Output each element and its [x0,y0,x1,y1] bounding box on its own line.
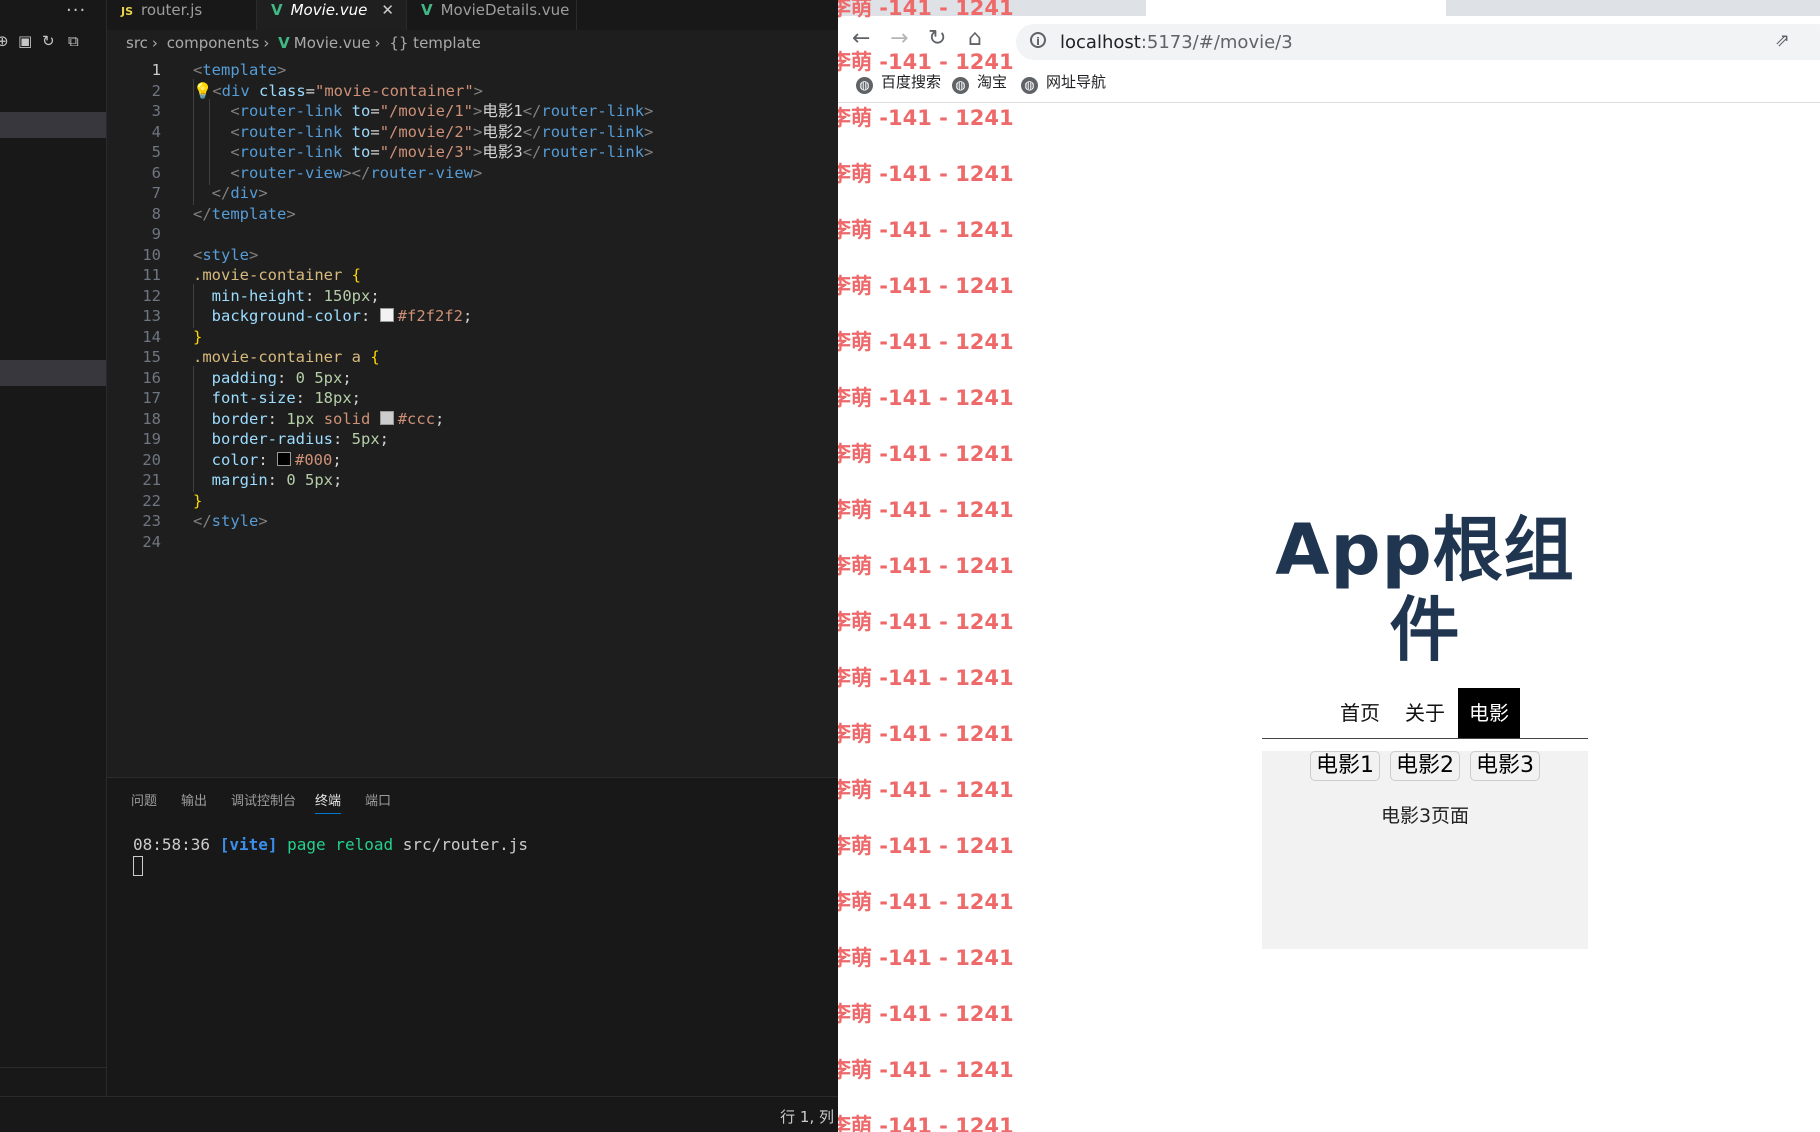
breadcrumb-item[interactable]: components [167,34,260,52]
page-title: App根组件 [1275,509,1575,671]
bottom-panel: 问题 输出 调试控制台 终端 端口 08:58:36 [vite] page r… [107,777,838,1097]
chevron-right-icon: › [151,34,158,52]
watermark-text: 李萌 -141 - 1241 [838,722,1014,746]
movie-links: 电影1 电影2 电影3 [1262,751,1588,781]
panel-tab-ports[interactable]: 端口 [365,790,391,809]
url-text[interactable]: localhost:5173/#/movie/3 [1060,32,1293,53]
watermark-text: 李萌 -141 - 1241 [838,834,1014,858]
watermark-text: 李萌 -141 - 1241 [838,778,1014,802]
movie-link-3[interactable]: 电影3 [1470,751,1540,781]
tab-label: MovieDetails.vue [440,1,570,19]
tab-label: Movie.vue [290,1,368,19]
terminal-output[interactable]: 08:58:36 [vite] page reload src/router.j… [133,834,528,879]
watermark-text: 李萌 -141 - 1241 [838,0,1014,20]
close-tab-icon[interactable]: ✕ [381,0,394,20]
breadcrumb-item[interactable]: Movie.vue [294,34,371,52]
terminal-cursor [133,856,143,876]
watermark-text: 李萌 -141 - 1241 [838,1058,1014,1082]
color-swatch[interactable] [379,308,394,322]
watermark-text: 李萌 -141 - 1241 [838,162,1014,186]
app-nav: 首页 关于 电影 [1262,688,1588,739]
panel-tab-output[interactable]: 输出 [181,790,207,809]
watermark-text: 李萌 -141 - 1241 [838,890,1014,914]
movie-page-text: 电影3页面 [1380,805,1470,827]
watermark-text: 李萌 -141 - 1241 [838,442,1014,466]
vue-file-icon: V [271,1,283,19]
vue-file-icon: V [421,1,433,19]
cursor-position[interactable]: 行 1, 列 [780,1106,834,1127]
movie-container: 电影1 电影2 电影3 电影3页面 [1262,751,1588,949]
watermark-text: 李萌 -141 - 1241 [838,946,1014,970]
new-file-icon[interactable]: ⊕ [0,32,9,50]
panel-tab-terminal[interactable]: 终端 [315,790,342,814]
explorer-active-item[interactable] [0,360,106,386]
terminal-tool: [vite] [219,835,278,854]
share-icon[interactable]: ⇗ [1775,30,1790,51]
explorer-actions: ⊕ ▣ ↻ ⧉ [0,32,106,54]
vue-file-icon: V [278,34,290,52]
explorer-selected-item[interactable] [0,112,106,138]
app-root: App根组件 首页 关于 电影 电影1 电影2 电影3 电影3页面 [1262,510,1588,949]
watermark-text: 李萌 -141 - 1241 [838,498,1014,522]
watermark-text: 李萌 -141 - 1241 [838,666,1014,690]
color-swatch[interactable] [277,451,292,466]
browser-tab[interactable] [1146,0,1446,16]
watermark-text: 李萌 -141 - 1241 [838,274,1014,298]
explorer-sidebar: ··· ⊕ ▣ ↻ ⧉ [0,0,107,1096]
watermark-text: 李萌 -141 - 1241 [838,106,1014,130]
terminal-time: 08:58:36 [133,835,211,854]
watermark-text: 李萌 -141 - 1241 [838,554,1014,578]
chevron-right-icon: › [263,34,270,52]
new-folder-icon[interactable]: ▣ [18,32,32,50]
editor-tab-bar: JS router.js V Movie.vue ✕ V MovieDetails.v… [107,0,838,30]
watermark-text: 李萌 -141 - 1241 [838,330,1014,354]
url-path: :5173/#/movie/3 [1140,32,1293,53]
watermark-text: 李萌 -141 - 1241 [838,386,1014,410]
color-swatch[interactable] [379,410,394,425]
breadcrumb-item[interactable]: {} template [389,34,481,52]
lightbulb-icon[interactable]: 💡 [193,82,212,100]
code-line: 24 [142,532,161,551]
code-editor[interactable]: 1 <template> 2 💡<div class="movie-containe… [107,58,838,768]
status-bar: 行 1, 列 [0,1096,838,1132]
terminal-file: src/router.js [402,835,528,854]
panel-tab-problems[interactable]: 问题 [131,790,157,809]
collapse-all-icon[interactable]: ⧉ [68,32,79,50]
nav-link-about[interactable]: 关于 [1405,688,1445,738]
watermark-column: 李萌 -141 - 1241 李萌 -141 - 1241 李萌 -141 - … [838,0,1038,1132]
terminal-message: page reload [287,835,394,854]
breadcrumb: src › components › V Movie.vue › {} template [126,34,485,56]
chevron-right-icon: › [374,34,381,52]
refresh-icon[interactable]: ↻ [42,32,55,50]
tab-movie-vue[interactable]: V Movie.vue ✕ [257,0,407,30]
watermark-text: 李萌 -141 - 1241 [838,50,1014,74]
breadcrumb-item[interactable]: src [126,34,148,52]
tab-moviedetails-vue[interactable]: V MovieDetails.vue [407,0,577,30]
divider [0,1067,106,1068]
watermark-text: 李萌 -141 - 1241 [838,1002,1014,1026]
tab-label: router.js [141,1,203,19]
tab-router-js[interactable]: JS router.js [107,0,257,30]
url-host: localhost [1060,32,1141,53]
js-file-icon: JS [121,5,134,18]
movie-link-2[interactable]: 电影2 [1390,751,1460,781]
watermark-text: 李萌 -141 - 1241 [838,218,1014,242]
watermark-text: 李萌 -141 - 1241 [838,610,1014,634]
more-actions-icon[interactable]: ··· [66,0,86,21]
nav-link-home[interactable]: 首页 [1340,688,1380,738]
panel-tab-debug-console[interactable]: 调试控制台 [231,790,296,809]
browser-window: ← → ↻ ⌂ i localhost:5173/#/movie/3 ⇗ ◍ 百度… [838,0,1820,1132]
bookmark-label: 网址导航 [1046,73,1107,91]
address-bar[interactable]: i localhost:5173/#/movie/3 ⇗ [1016,24,1820,60]
vscode-window: ··· ⊕ ▣ ↻ ⧉ JS router.js V Movie.vue ✕ V Mo… [0,0,838,1132]
watermark-text: 李萌 -141 - 1241 [838,1114,1014,1132]
nav-link-movie[interactable]: 电影 [1458,688,1520,738]
movie-link-1[interactable]: 电影1 [1310,751,1380,781]
